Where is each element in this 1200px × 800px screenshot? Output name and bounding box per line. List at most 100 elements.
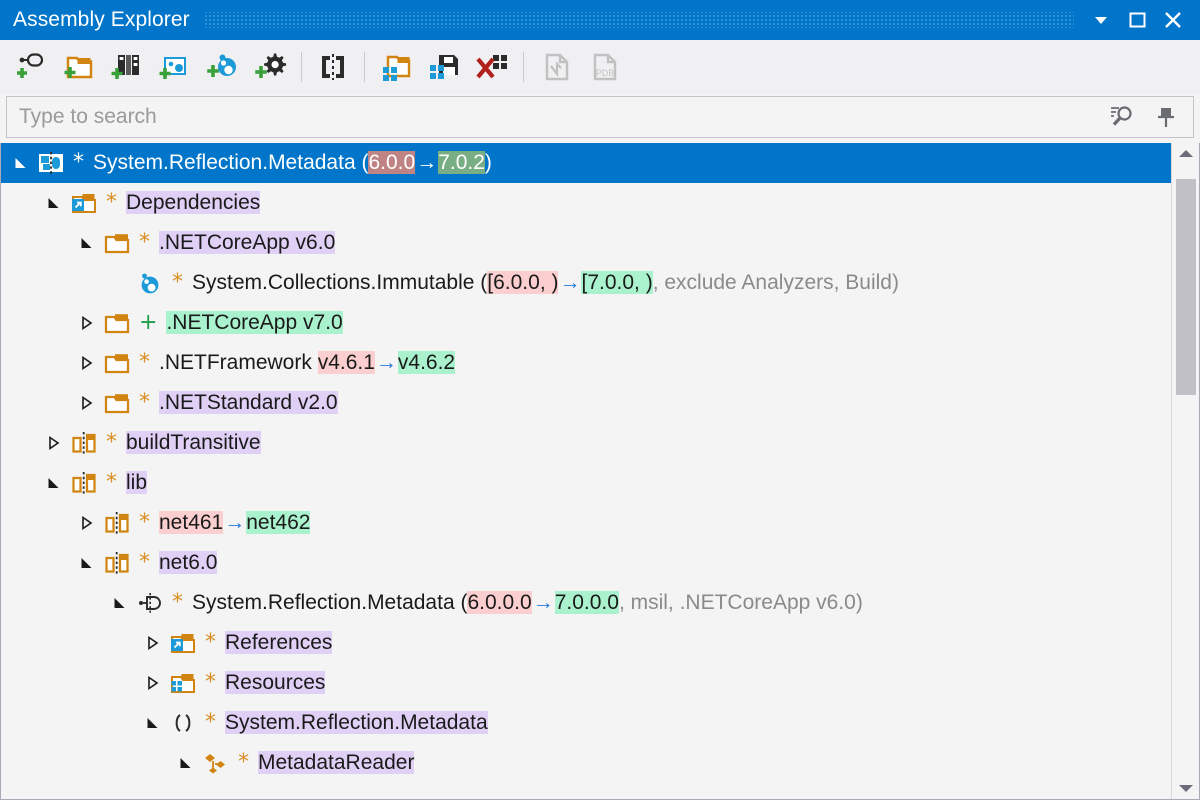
tree-row[interactable]: *.NETCoreApp v6.0 bbox=[1, 223, 1171, 263]
maximize-icon[interactable] bbox=[1120, 3, 1154, 37]
label-part-arrow: → bbox=[415, 151, 438, 174]
changed-marker: * bbox=[205, 672, 216, 694]
tree-row-label: Dependencies bbox=[126, 191, 260, 215]
add-process-button[interactable] bbox=[246, 44, 294, 90]
tree-row[interactable]: * Resources bbox=[1, 663, 1171, 703]
label-part-arrow: → bbox=[375, 351, 398, 374]
title-drag-grip[interactable] bbox=[204, 12, 1074, 28]
expand-twisty-icon[interactable] bbox=[77, 313, 97, 333]
add-image-button[interactable] bbox=[150, 44, 198, 90]
collapse-twisty-icon[interactable] bbox=[176, 753, 196, 773]
label-part-del: net461 bbox=[159, 511, 223, 534]
tree-row[interactable]: *Dependencies bbox=[1, 183, 1171, 223]
collapse-twisty-icon[interactable] bbox=[77, 233, 97, 253]
tree-row[interactable]: * .NETStandard v2.0 bbox=[1, 383, 1171, 423]
label-part-mod: lib bbox=[126, 471, 147, 494]
tree-row[interactable]: *System.Collections.Immutable ([6.0.0, )… bbox=[1, 263, 1171, 303]
collapse-twisty-icon[interactable] bbox=[44, 193, 64, 213]
tree-row[interactable]: *buildTransitive bbox=[1, 423, 1171, 463]
collapse-twisty-icon[interactable] bbox=[44, 473, 64, 493]
search-input[interactable] bbox=[7, 105, 1103, 129]
scrollbar-thumb[interactable] bbox=[1176, 179, 1196, 395]
label-part-mod: .NETCoreApp v6.0 bbox=[159, 231, 335, 254]
label-part-mod: .NETStandard v2.0 bbox=[159, 391, 338, 414]
package-folder-icon bbox=[103, 550, 131, 576]
tree-panel: *System.Reflection.Metadata (6.0.0→7.0.2… bbox=[0, 143, 1200, 800]
tree-row[interactable]: *System.Reflection.Metadata (6.0.0.0→7.0… bbox=[1, 583, 1171, 623]
expand-twisty-icon[interactable] bbox=[143, 673, 163, 693]
tree-row-label: .NETCoreApp v7.0 bbox=[166, 311, 342, 335]
scrollbar-track[interactable] bbox=[1172, 165, 1200, 777]
label-part-mod: net6.0 bbox=[159, 551, 217, 574]
chevron-down-icon[interactable] bbox=[1084, 3, 1118, 37]
add-folder-button[interactable] bbox=[54, 44, 102, 90]
expand-twisty-icon[interactable] bbox=[143, 633, 163, 653]
tree-row-label: Resources bbox=[225, 671, 325, 695]
assembly-tree[interactable]: *System.Reflection.Metadata (6.0.0→7.0.2… bbox=[1, 143, 1171, 799]
package-folder-icon bbox=[103, 510, 131, 536]
collapse-twisty-icon[interactable] bbox=[11, 153, 31, 173]
label-part-add: .NETCoreApp v7.0 bbox=[166, 311, 342, 334]
remove-button[interactable] bbox=[468, 44, 516, 90]
add-package-reference-button[interactable] bbox=[6, 44, 54, 90]
changed-marker: * bbox=[73, 152, 84, 174]
tree-row-label: System.Collections.Immutable ([6.0.0, )→… bbox=[192, 271, 899, 295]
tree-row-label: References bbox=[225, 631, 332, 655]
label-part-plain: System.Reflection.Metadata bbox=[93, 151, 361, 174]
assembly-icon bbox=[136, 590, 164, 616]
collapse-twisty-icon[interactable] bbox=[110, 593, 130, 613]
open-folder-button[interactable] bbox=[372, 44, 420, 90]
tree-row-label: MetadataReader bbox=[258, 751, 414, 775]
label-part-mod: MetadataReader bbox=[258, 751, 414, 774]
tree-row[interactable]: *net6.0 bbox=[1, 543, 1171, 583]
collapse-twisty-icon[interactable] bbox=[77, 553, 97, 573]
separator-3 bbox=[523, 52, 524, 82]
label-part-plain: System.Collections.Immutable bbox=[192, 271, 480, 294]
visual-studio-icon[interactable] bbox=[531, 44, 579, 90]
label-part-mod: System.Reflection.Metadata bbox=[225, 711, 488, 734]
tree-row[interactable]: * MetadataReader bbox=[1, 743, 1171, 783]
changed-marker: * bbox=[205, 632, 216, 654]
changed-marker: * bbox=[139, 392, 150, 414]
scroll-up-icon[interactable] bbox=[1172, 143, 1200, 165]
tree-row[interactable]: * References bbox=[1, 623, 1171, 663]
resources-folder-icon bbox=[169, 670, 197, 696]
expand-twisty-icon[interactable] bbox=[77, 393, 97, 413]
package-folder-icon bbox=[70, 470, 98, 496]
tree-row[interactable]: *System.Reflection.Metadata bbox=[1, 703, 1171, 743]
tree-row-label: net6.0 bbox=[159, 551, 217, 575]
pin-icon[interactable] bbox=[1147, 98, 1185, 136]
package-folder-icon bbox=[70, 430, 98, 456]
changed-marker: * bbox=[238, 752, 249, 774]
expand-twisty-icon[interactable] bbox=[77, 353, 97, 373]
changed-marker: * bbox=[106, 432, 117, 454]
label-part-del: 6.0.0.0 bbox=[467, 591, 531, 614]
tree-row[interactable]: *lib bbox=[1, 463, 1171, 503]
save-button[interactable] bbox=[420, 44, 468, 90]
expand-twisty-icon[interactable] bbox=[77, 513, 97, 533]
collapse-twisty-icon[interactable] bbox=[143, 713, 163, 733]
search-icon[interactable] bbox=[1103, 98, 1141, 136]
tree-row-label: System.Reflection.Metadata (6.0.0.0→7.0.… bbox=[192, 591, 863, 615]
label-part-arrow: → bbox=[223, 511, 246, 534]
compare-button[interactable] bbox=[309, 44, 357, 90]
label-part-muted: , msil, .NETCoreApp v6.0) bbox=[619, 591, 863, 614]
add-nuget-button[interactable] bbox=[198, 44, 246, 90]
scroll-down-icon[interactable] bbox=[1172, 777, 1200, 799]
tree-row[interactable]: *System.Reflection.Metadata (6.0.0→7.0.2… bbox=[1, 143, 1171, 183]
add-assembly-button[interactable] bbox=[102, 44, 150, 90]
label-part-plain: .NETFramework bbox=[159, 351, 318, 374]
tree-row[interactable]: *net461→net462 bbox=[1, 503, 1171, 543]
close-icon[interactable] bbox=[1156, 3, 1190, 37]
struct-icon bbox=[202, 750, 230, 776]
toolbar: PDB bbox=[0, 40, 1200, 95]
window-controls bbox=[1084, 3, 1200, 37]
label-part-mod: Dependencies bbox=[126, 191, 260, 214]
pdb-icon[interactable]: PDB bbox=[579, 44, 627, 90]
label-part-add: net462 bbox=[246, 511, 310, 534]
vertical-scrollbar[interactable] bbox=[1171, 143, 1199, 799]
search-box[interactable] bbox=[6, 96, 1194, 138]
tree-row[interactable]: +.NETCoreApp v7.0 bbox=[1, 303, 1171, 343]
tree-row[interactable]: *.NETFramework v4.6.1→v4.6.2 bbox=[1, 343, 1171, 383]
expand-twisty-icon[interactable] bbox=[44, 433, 64, 453]
